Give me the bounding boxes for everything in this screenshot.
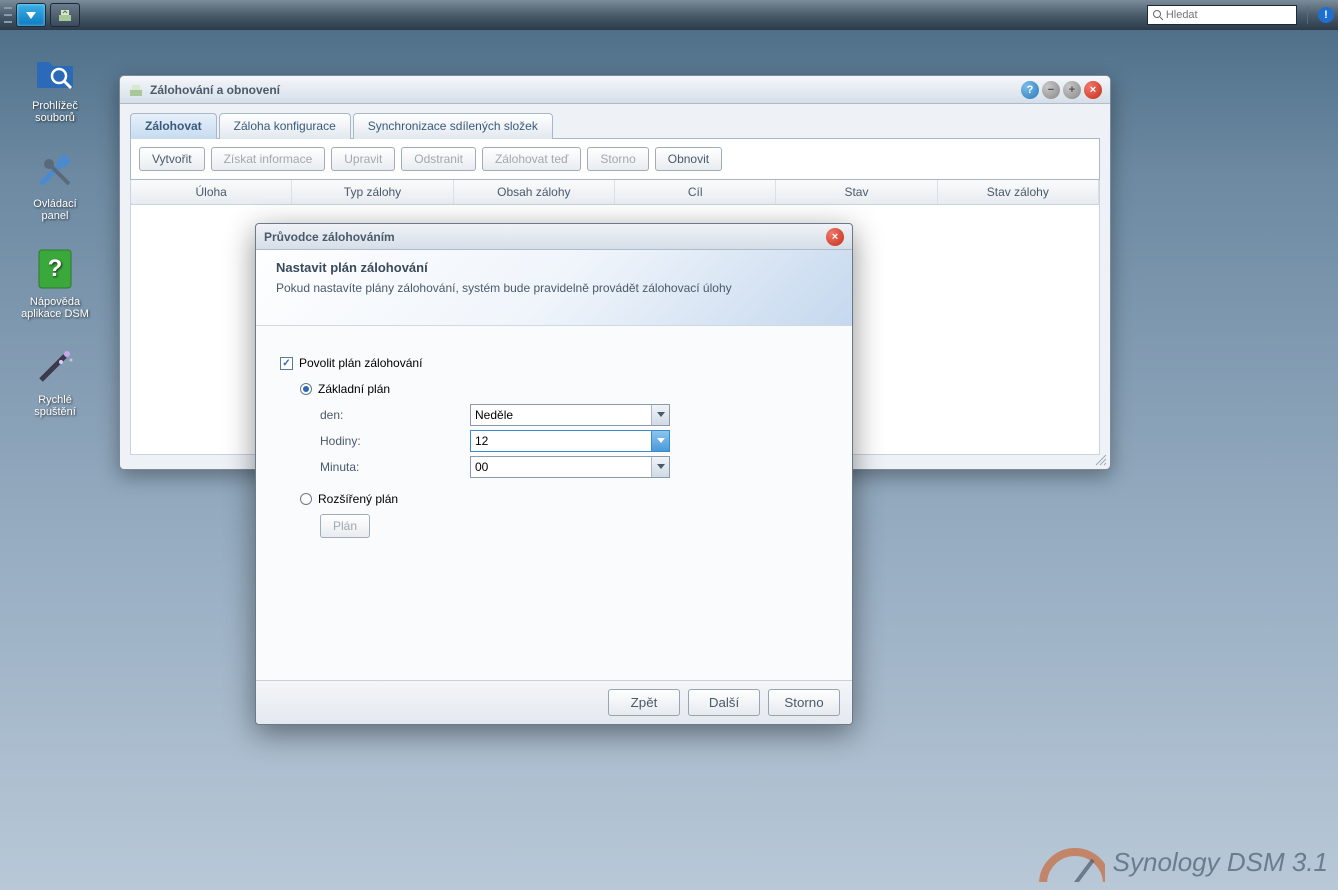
dialog-title: Průvodce zálohováním	[264, 230, 395, 244]
day-label: den:	[320, 408, 470, 422]
banner-description: Pokud nastavíte plány zálohování, systém…	[276, 281, 796, 295]
basic-plan-label: Základní plán	[318, 382, 390, 396]
desktop-icon-area: Prohlížeč souborů Ovládací panel ? Nápov…	[20, 48, 90, 418]
edit-button[interactable]: Upravit	[331, 147, 395, 171]
hour-value: 12	[475, 434, 488, 448]
help-book-icon: ?	[31, 244, 79, 292]
tabs: Zálohovat Záloha konfigurace Synchroniza…	[130, 112, 1100, 139]
dialog-banner: Nastavit plán zálohování Pokud nastavíte…	[256, 250, 852, 326]
desktop-icon-label: Rychlé spuštění	[20, 394, 90, 418]
desktop-icon-label: Prohlížeč souborů	[20, 100, 90, 124]
minute-value: 00	[475, 460, 488, 474]
watermark: Synology DSM 3.1	[1035, 842, 1328, 882]
next-button[interactable]: Další	[688, 689, 760, 716]
info-button[interactable]: Získat informace	[211, 147, 326, 171]
taskbar-grip[interactable]	[4, 5, 12, 25]
notification-icon[interactable]: !	[1318, 7, 1334, 23]
backup-wizard-dialog: Průvodce zálohováním × Nastavit plán zál…	[255, 223, 853, 725]
minute-label: Minuta:	[320, 460, 470, 474]
col-type[interactable]: Typ zálohy	[292, 180, 453, 204]
window-title: Zálohování a obnovení	[150, 83, 280, 97]
backup-app-icon	[128, 82, 144, 98]
chevron-down-icon	[651, 431, 669, 451]
close-button[interactable]: ×	[1084, 81, 1102, 99]
taskbar-app-button[interactable]	[50, 3, 80, 27]
resize-grip-icon[interactable]	[1094, 453, 1108, 467]
enable-plan-checkbox[interactable]	[280, 357, 293, 370]
maximize-button[interactable]: +	[1063, 81, 1081, 99]
tools-icon	[31, 146, 79, 194]
help-button[interactable]: ?	[1021, 81, 1039, 99]
banner-title: Nastavit plán zálohování	[276, 260, 832, 275]
gauge-icon	[1035, 842, 1105, 882]
taskbar: !	[0, 0, 1338, 30]
hour-label: Hodiny:	[320, 434, 470, 448]
basic-plan-radio[interactable]	[300, 383, 312, 395]
toolbar: Vytvořit Získat informace Upravit Odstra…	[130, 139, 1100, 180]
desktop-icon-label: Ovládací panel	[20, 198, 90, 222]
dialog-titlebar[interactable]: Průvodce zálohováním ×	[256, 224, 852, 250]
folder-search-icon	[31, 48, 79, 96]
col-state[interactable]: Stav	[776, 180, 937, 204]
tab-backup[interactable]: Zálohovat	[130, 113, 217, 139]
tab-config-backup[interactable]: Záloha konfigurace	[219, 113, 351, 139]
restore-button[interactable]: Obnovit	[655, 147, 722, 171]
col-backup-state[interactable]: Stav zálohy	[938, 180, 1099, 204]
watermark-text: Synology DSM 3.1	[1113, 847, 1328, 878]
desktop-icon-help[interactable]: ? Nápověda aplikace DSM	[20, 244, 90, 320]
dialog-body: Povolit plán zálohování Základní plán de…	[256, 326, 852, 568]
enable-plan-label: Povolit plán zálohování	[299, 356, 422, 370]
plan-button[interactable]: Plán	[320, 514, 370, 538]
advanced-plan-radio[interactable]	[300, 493, 312, 505]
delete-button[interactable]: Odstranit	[401, 147, 476, 171]
hour-select[interactable]: 12	[470, 430, 670, 452]
search-input[interactable]	[1147, 5, 1297, 25]
advanced-plan-label: Rozšířený plán	[318, 492, 398, 506]
col-task[interactable]: Úloha	[131, 180, 292, 204]
col-target[interactable]: Cíl	[615, 180, 776, 204]
backup-now-button[interactable]: Zálohovat teď	[482, 147, 581, 171]
minimize-button[interactable]: −	[1042, 81, 1060, 99]
create-button[interactable]: Vytvořit	[139, 147, 205, 171]
chevron-down-icon	[24, 8, 38, 22]
desktop-icon-control-panel[interactable]: Ovládací panel	[20, 146, 90, 222]
show-desktop-button[interactable]	[16, 3, 46, 27]
desktop-icon-quickstart[interactable]: Rychlé spuštění	[20, 342, 90, 418]
backup-app-icon	[57, 7, 73, 23]
tab-sync[interactable]: Synchronizace sdílených složek	[353, 113, 553, 139]
cancel-button[interactable]: Storno	[587, 147, 648, 171]
tray-separator	[1307, 6, 1308, 24]
minute-select[interactable]: 00	[470, 456, 670, 478]
day-select[interactable]: Neděle	[470, 404, 670, 426]
desktop-icon-file-browser[interactable]: Prohlížeč souborů	[20, 48, 90, 124]
wand-icon	[31, 342, 79, 390]
dialog-cancel-button[interactable]: Storno	[768, 689, 840, 716]
day-value: Neděle	[475, 408, 513, 422]
window-titlebar[interactable]: Zálohování a obnovení ? − + ×	[120, 76, 1110, 104]
chevron-down-icon	[651, 457, 669, 477]
back-button[interactable]: Zpět	[608, 689, 680, 716]
dialog-footer: Zpět Další Storno	[256, 680, 852, 724]
svg-text:?: ?	[48, 255, 63, 282]
chevron-down-icon	[651, 405, 669, 425]
dialog-close-button[interactable]: ×	[826, 228, 844, 246]
desktop-icon-label: Nápověda aplikace DSM	[20, 296, 90, 320]
table-header: Úloha Typ zálohy Obsah zálohy Cíl Stav S…	[130, 180, 1100, 205]
col-content[interactable]: Obsah zálohy	[454, 180, 615, 204]
search-field[interactable]	[1166, 9, 1292, 21]
search-icon	[1152, 9, 1163, 21]
